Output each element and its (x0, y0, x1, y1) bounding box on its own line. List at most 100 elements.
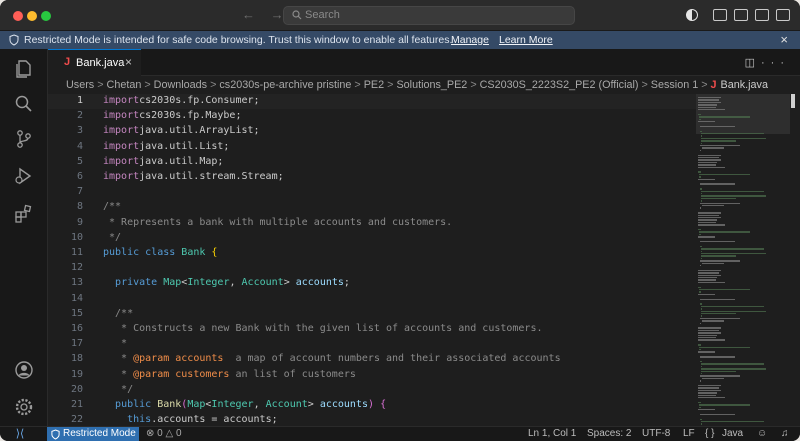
cursor-position[interactable]: Ln 1, Col 1 (528, 428, 576, 439)
code-editor[interactable]: 1 importcs2030s.fp.Consumer; 2 importcs2030… (48, 94, 800, 426)
minimap-line (699, 303, 703, 305)
copilot-status-icon[interactable]: ☺ (757, 428, 767, 439)
breadcrumb-item[interactable]: Solutions_PE2 (396, 79, 467, 91)
minimap-line (698, 274, 722, 276)
manage-gear-icon[interactable] (14, 397, 34, 417)
files-icon[interactable] (14, 59, 34, 79)
minimap-line (700, 133, 764, 135)
toggle-secondary-sidebar-icon[interactable] (755, 9, 769, 21)
chevron-right-icon: > (354, 79, 361, 91)
breadcrumb-item[interactable]: Session 1 (651, 79, 698, 91)
breadcrumb-file[interactable]: Bank.java (721, 79, 768, 91)
code-line[interactable]: 2 importcs2030s.fp.Maybe; (48, 109, 696, 124)
code-line[interactable]: 18 * @param accounts a map of account nu… (48, 352, 696, 367)
code-token: java.util.Map; (139, 155, 224, 167)
line-number: 20 (70, 383, 83, 395)
encoding[interactable]: UTF-8 (642, 428, 670, 439)
minimap-line (698, 269, 722, 272)
source-control-icon[interactable] (14, 129, 34, 149)
code-token: customers (175, 368, 230, 380)
code-line[interactable]: 16 * Constructs a new Bank with the give… (48, 322, 696, 337)
minimap-line (700, 137, 767, 140)
minimap-line (698, 154, 722, 156)
banner-close-icon[interactable]: × (780, 32, 788, 47)
code-line[interactable]: 15 /** (48, 307, 696, 322)
warning-icon: △ (165, 428, 174, 439)
breadcrumb-item[interactable]: Downloads (154, 79, 207, 91)
toggle-panel-icon[interactable] (734, 9, 748, 21)
minimap[interactable] (696, 94, 790, 426)
code-line[interactable]: 19 * @param customers an list of custome… (48, 368, 696, 383)
layout-controls (686, 8, 790, 22)
minimap-line (698, 332, 722, 334)
editor-scrollbar-thumb[interactable] (791, 94, 795, 108)
minimap-line (698, 106, 716, 108)
code-line[interactable]: 12 (48, 261, 696, 276)
code-line[interactable]: 13 private Map<Integer, Account> account… (48, 276, 696, 291)
code-line[interactable]: 11 public class Bank { (48, 246, 696, 261)
code-line[interactable]: 10 */ (48, 231, 696, 246)
code-line[interactable]: 9 * Represents a bank with multiple acco… (48, 216, 696, 231)
restricted-mode-status[interactable]: Restricted Mode (47, 427, 139, 441)
tab-close-icon[interactable]: × (125, 55, 132, 69)
remote-icon[interactable]: ⟩⟨ (0, 427, 40, 441)
breadcrumb-item[interactable]: Users (66, 79, 94, 91)
code-line[interactable]: 8 /** (48, 200, 696, 215)
problems-indicator[interactable]: ⊗ 0 △ 0 (146, 428, 182, 439)
end-of-line[interactable]: LF (683, 428, 695, 439)
line-number: 17 (70, 338, 83, 350)
breadcrumb-item[interactable]: PE2 (364, 79, 384, 91)
code-line[interactable]: 3 importjava.util.ArrayList; (48, 124, 696, 139)
language-mode[interactable]: Java (722, 428, 743, 439)
minimap-line (700, 248, 764, 250)
code-line[interactable]: 1 importcs2030s.fp.Consumer; (48, 94, 696, 110)
command-center-search[interactable]: Search ⚇ ⌄ (283, 6, 575, 25)
maximize-window-button[interactable] (41, 11, 51, 21)
minimap-line (699, 183, 735, 185)
more-actions-icon[interactable]: ··· (761, 57, 790, 69)
toggle-primary-sidebar-icon[interactable] (713, 9, 727, 21)
code-token: * (103, 368, 134, 380)
minimap-line (699, 265, 701, 267)
code-line[interactable]: 20 */ (48, 383, 696, 398)
code-line[interactable]: 5 importjava.util.Map; (48, 155, 696, 170)
line-number: 6 (76, 171, 83, 182)
indentation[interactable]: Spaces: 2 (587, 428, 631, 439)
learn-more-link[interactable]: Learn More (499, 34, 553, 46)
run-debug-icon[interactable] (14, 166, 34, 186)
warning-count: 0 (176, 428, 182, 439)
breadcrumb-item[interactable]: Chetan (107, 79, 142, 91)
extensions-icon[interactable] (14, 204, 34, 224)
manage-link[interactable]: Manage (451, 34, 489, 46)
breadcrumb-item[interactable]: CS2030S_2223S2_PE2 (Official) (480, 79, 639, 91)
tab-bank-java[interactable]: J Bank.java × (48, 49, 141, 76)
minimap-line (700, 253, 767, 255)
close-window-button[interactable] (13, 11, 23, 21)
code-line[interactable]: 14 (48, 292, 696, 307)
error-icon: ⊗ (146, 428, 155, 439)
breadcrumb-item[interactable]: cs2030s-pe-archive pristine (219, 79, 351, 91)
notifications-bell-icon[interactable]: ♫ (781, 428, 789, 439)
code-line[interactable]: 17 * (48, 337, 696, 352)
customize-layout-icon[interactable] (776, 9, 790, 21)
code-token: import (103, 110, 140, 122)
account-icon[interactable] (14, 360, 34, 380)
accounts-toggle-icon[interactable] (686, 9, 698, 21)
code-line[interactable]: 21 public Bank(Map<Integer, Account> acc… (48, 398, 696, 413)
minimize-window-button[interactable] (27, 11, 37, 21)
code-line[interactable]: 4 importjava.util.List; (48, 140, 696, 155)
minimap-line (698, 385, 722, 387)
code-line[interactable]: 6 importjava.util.stream.Stream; (48, 170, 696, 185)
minimap-line (698, 291, 701, 293)
search-icon[interactable] (14, 94, 34, 114)
split-editor-icon[interactable]: ◫ (745, 57, 761, 69)
minimap-line (698, 337, 716, 339)
minimap-line (701, 147, 725, 149)
code-token: @param (133, 368, 170, 380)
code-token: accounts (175, 353, 224, 365)
code-line[interactable]: 22 this.accounts = accounts; (48, 413, 696, 426)
minimap-line (698, 272, 719, 274)
code-line[interactable]: 7 (48, 185, 696, 200)
banner-message: Restricted Mode is intended for safe cod… (24, 34, 453, 46)
